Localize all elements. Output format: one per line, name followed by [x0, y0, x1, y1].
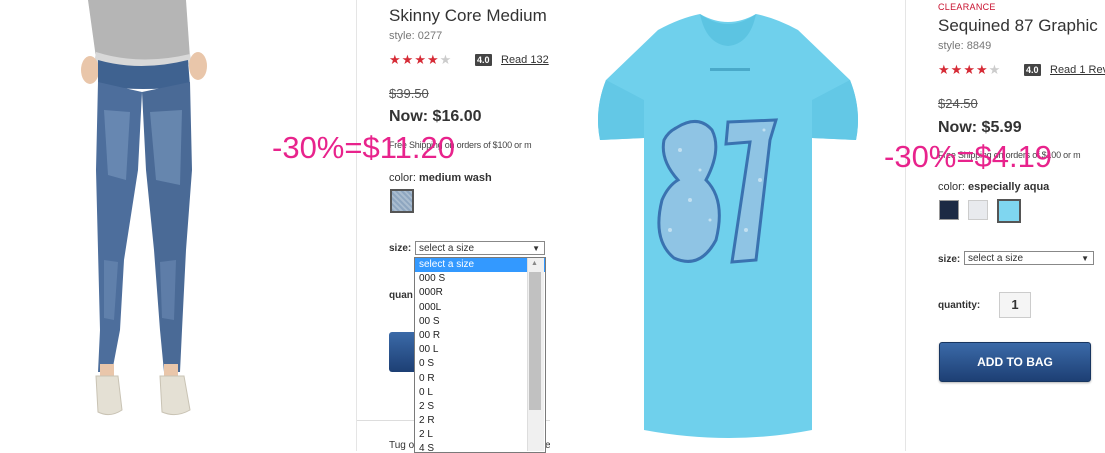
size-label: size:: [389, 243, 412, 254]
scrollbar-thumb[interactable]: [529, 272, 541, 410]
clearance-badge: CLEARANCE: [938, 2, 996, 12]
product-details-panel-2: CLEARANCE Sequined 87 Graphic style: 884…: [905, 0, 1105, 451]
original-price: $39.50: [389, 86, 429, 101]
rating-badge: 4.0: [1024, 64, 1041, 76]
product-title[interactable]: Skinny Core Medium: [389, 6, 547, 26]
product-image-jeans[interactable]: [0, 0, 356, 451]
size-option[interactable]: 0 R: [415, 372, 545, 386]
color-label-text: color:: [938, 181, 965, 193]
sale-price: Now: $5.99: [938, 119, 1022, 136]
size-option[interactable]: 00 L: [415, 343, 545, 357]
star-icon: ★: [938, 62, 951, 77]
star-icon: ★: [401, 52, 415, 67]
quantity-input[interactable]: 1: [999, 292, 1031, 318]
size-option[interactable]: 0 L: [415, 386, 545, 400]
color-label: color: especially aqua: [938, 181, 1049, 193]
size-option[interactable]: select a size: [415, 258, 545, 273]
tshirt-illustration: [598, 14, 858, 438]
size-option[interactable]: 2 R: [415, 414, 545, 428]
scroll-up-icon[interactable]: ▲: [531, 260, 538, 267]
color-swatch-especially-aqua[interactable]: [997, 199, 1021, 223]
size-select-value: select a size: [419, 243, 475, 254]
reviews-link[interactable]: Read 132: [501, 54, 549, 66]
size-option[interactable]: 4 S: [415, 442, 545, 452]
size-option[interactable]: 2 L: [415, 428, 545, 442]
size-option[interactable]: 000L: [415, 301, 545, 315]
star-icon: ★: [988, 62, 1002, 77]
discount-overlay-right: -30%=$4.19: [884, 139, 1053, 174]
product-title[interactable]: Sequined 87 Graphic: [938, 16, 1098, 36]
size-option[interactable]: 00 R: [415, 329, 545, 343]
quantity-label: quantity:: [938, 300, 981, 311]
rating-stars: ★★★★★: [389, 52, 452, 68]
star-icon: ★: [975, 62, 989, 77]
star-icon: ★: [963, 62, 976, 77]
original-price: $24.50: [938, 96, 978, 111]
color-swatch-navy[interactable]: [939, 200, 959, 220]
size-select[interactable]: select a size ▼: [964, 251, 1094, 265]
product-style: style: 8849: [938, 40, 992, 52]
size-option[interactable]: 0 S: [415, 357, 545, 371]
sale-price: Now: $16.00: [389, 108, 482, 125]
add-to-bag-button[interactable]: ADD TO BAG: [939, 342, 1091, 382]
dropdown-arrow-icon: ▼: [532, 244, 540, 253]
star-icon: ★: [414, 52, 427, 67]
star-icon: ★: [950, 62, 964, 77]
product-image-tshirt[interactable]: [550, 0, 905, 451]
star-icon: ★: [426, 52, 440, 67]
footer-text: Tug o: [389, 440, 415, 451]
quantity-label: quan: [389, 290, 413, 301]
dropdown-arrow-icon: ▼: [1081, 254, 1089, 263]
size-label: size:: [938, 254, 961, 265]
size-option[interactable]: 000R: [415, 286, 545, 300]
color-value: especially aqua: [967, 181, 1050, 193]
star-icon: ★: [439, 52, 453, 67]
size-option[interactable]: 00 S: [415, 315, 545, 329]
discount-overlay-left: -30%=$11.20: [272, 130, 455, 165]
product-style: style: 0277: [389, 30, 443, 42]
size-select[interactable]: select a size ▼: [415, 241, 545, 255]
size-option[interactable]: 2 S: [415, 400, 545, 414]
color-swatch-medium-wash[interactable]: [390, 189, 414, 213]
rating-badge: 4.0: [475, 54, 492, 66]
size-option[interactable]: 000 S: [415, 272, 545, 286]
reviews-link[interactable]: Read 1 Rev: [1050, 64, 1105, 76]
jeans-illustration: [81, 0, 207, 416]
color-label-text: color:: [389, 172, 416, 184]
rating-stars: ★★★★★: [938, 62, 1001, 78]
color-value: medium wash: [418, 172, 492, 184]
size-select-value: select a size: [968, 253, 1024, 264]
star-icon: ★: [389, 52, 402, 67]
color-label: color: medium wash: [389, 172, 492, 184]
color-swatch-white[interactable]: [968, 200, 988, 220]
